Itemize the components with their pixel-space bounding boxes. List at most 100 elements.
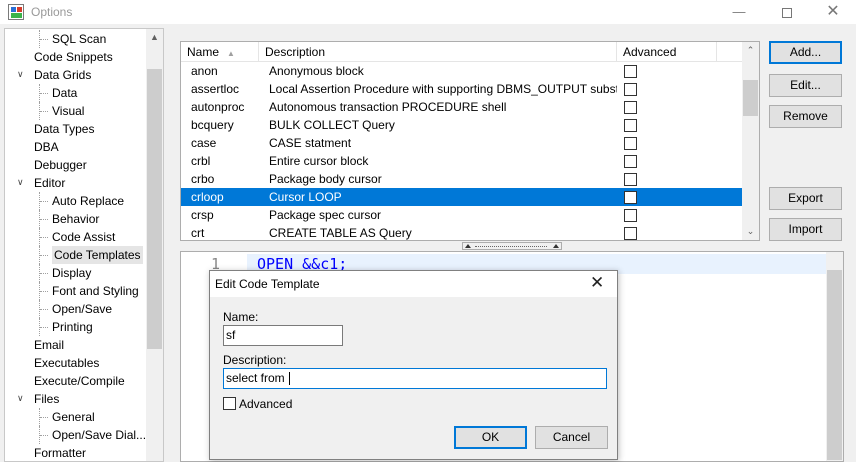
remove-button[interactable]: Remove bbox=[769, 105, 842, 128]
tree-item[interactable]: Font and Styling bbox=[5, 282, 145, 300]
tree-expand-chevron-icon[interactable]: ∨ bbox=[17, 178, 26, 187]
panel-splitter[interactable] bbox=[462, 242, 562, 250]
tree-scroll-thumb[interactable] bbox=[147, 69, 162, 349]
sort-ascending-icon: ▲ bbox=[227, 49, 235, 58]
column-header-description[interactable]: Description bbox=[259, 42, 617, 62]
tree-item[interactable]: ∨ Editor bbox=[5, 174, 145, 192]
tree-item-label: Behavior bbox=[52, 212, 100, 226]
table-row[interactable]: bcquery BULK COLLECT Query bbox=[181, 116, 743, 134]
template-description-cell: Local Assertion Procedure with supportin… bbox=[269, 82, 617, 96]
editor-scrollbar[interactable] bbox=[826, 252, 843, 461]
import-button[interactable]: Import bbox=[769, 218, 842, 241]
advanced-row-checkbox[interactable] bbox=[624, 119, 637, 132]
tree-expand-chevron-icon[interactable]: ∨ bbox=[17, 70, 26, 79]
ok-button[interactable]: OK bbox=[454, 426, 527, 449]
template-description-cell: BULK COLLECT Query bbox=[269, 118, 395, 132]
scroll-down-arrow-icon[interactable]: ⌄ bbox=[742, 223, 759, 240]
advanced-checkbox[interactable] bbox=[223, 397, 236, 410]
table-row[interactable]: crbl Entire cursor block bbox=[181, 152, 743, 170]
close-button[interactable]: ✕ bbox=[810, 0, 856, 24]
tree-item[interactable]: Debugger bbox=[5, 156, 145, 174]
tree-item[interactable]: DBA bbox=[5, 138, 145, 156]
list-scrollbar[interactable]: ⌃ ⌄ bbox=[742, 42, 759, 240]
dialog-close-icon[interactable]: ✕ bbox=[590, 273, 604, 293]
tree-expand-chevron-icon[interactable]: ∨ bbox=[17, 394, 26, 403]
advanced-row-checkbox[interactable] bbox=[624, 209, 637, 222]
advanced-row-checkbox[interactable] bbox=[624, 101, 637, 114]
tree-item[interactable]: Code Templates bbox=[5, 246, 145, 264]
tree-item-label: Executables bbox=[34, 356, 100, 370]
name-input[interactable]: sf bbox=[223, 325, 343, 346]
tree-item[interactable]: Printing bbox=[5, 318, 145, 336]
column-header-advanced[interactable]: Advanced bbox=[617, 42, 717, 62]
list-header: Name ▲ Description Advanced bbox=[181, 42, 743, 62]
tree-item[interactable]: Open/Save bbox=[5, 300, 145, 318]
template-description-cell: Package body cursor bbox=[269, 172, 382, 186]
advanced-row-checkbox[interactable] bbox=[624, 83, 637, 96]
tree-item[interactable]: Visual bbox=[5, 102, 145, 120]
template-description-cell: Autonomous transaction PROCEDURE shell bbox=[269, 100, 507, 114]
tree-item[interactable]: Data Types bbox=[5, 120, 145, 138]
advanced-row-checkbox[interactable] bbox=[624, 65, 637, 78]
add-button[interactable]: Add... bbox=[769, 41, 842, 64]
template-name-cell: crt bbox=[191, 226, 205, 240]
tree-item[interactable]: ∨ Files bbox=[5, 390, 145, 408]
scroll-up-arrow-icon[interactable]: ⌃ bbox=[742, 42, 759, 59]
editor-scroll-thumb[interactable] bbox=[827, 270, 842, 460]
minimize-button[interactable]: — bbox=[716, 0, 762, 24]
tree-item-label: Open/Save Dial... bbox=[52, 428, 147, 442]
table-row[interactable]: case CASE statment bbox=[181, 134, 743, 152]
table-row[interactable]: crbo Package body cursor bbox=[181, 170, 743, 188]
tree-item[interactable]: Behavior bbox=[5, 210, 145, 228]
tree-scrollbar[interactable]: ▲ bbox=[146, 29, 163, 461]
template-description-cell: Entire cursor block bbox=[269, 154, 369, 168]
tree-item-label: Visual bbox=[52, 104, 85, 118]
table-row[interactable]: autonproc Autonomous transaction PROCEDUR… bbox=[181, 98, 743, 116]
tree-item[interactable]: Code Assist bbox=[5, 228, 145, 246]
table-row[interactable]: crt CREATE TABLE AS Query bbox=[181, 224, 743, 240]
options-tree[interactable]: SQL Scan Code Snippets ∨ Data Grids Data Visu… bbox=[4, 28, 164, 462]
tree-item[interactable]: Email bbox=[5, 336, 145, 354]
tree-item-label: SQL Scan bbox=[52, 32, 107, 46]
table-row[interactable]: crsp Package spec cursor bbox=[181, 206, 743, 224]
tree-item-label: Data Grids bbox=[34, 68, 92, 82]
template-name-cell: crsp bbox=[191, 208, 214, 222]
tree-item[interactable]: General bbox=[5, 408, 145, 426]
tree-item-label: Email bbox=[34, 338, 65, 352]
table-row[interactable]: crloop Cursor LOOP bbox=[181, 188, 743, 206]
advanced-row-checkbox[interactable] bbox=[624, 137, 637, 150]
table-row[interactable]: anon Anonymous block bbox=[181, 62, 743, 80]
description-input[interactable]: select from bbox=[223, 368, 607, 389]
tree-item[interactable]: Code Snippets bbox=[5, 48, 145, 66]
name-label: Name: bbox=[223, 310, 259, 324]
table-row[interactable]: assertloc Local Assertion Procedure with … bbox=[181, 80, 743, 98]
tree-item[interactable]: Executables bbox=[5, 354, 145, 372]
template-name-cell: bcquery bbox=[191, 118, 234, 132]
scroll-up-arrow-icon[interactable]: ▲ bbox=[146, 29, 163, 46]
list-scroll-thumb[interactable] bbox=[743, 80, 758, 116]
advanced-row-checkbox[interactable] bbox=[624, 227, 637, 240]
tree-item[interactable]: Open/Save Dial... bbox=[5, 426, 147, 444]
tree-item-label: Editor bbox=[34, 176, 66, 190]
template-name-cell: assertloc bbox=[191, 82, 240, 96]
advanced-row-checkbox[interactable] bbox=[624, 191, 637, 204]
advanced-row-checkbox[interactable] bbox=[624, 155, 637, 168]
maximize-button[interactable] bbox=[764, 0, 810, 24]
templates-list[interactable]: Name ▲ Description Advanced anon Anonymous… bbox=[180, 41, 760, 241]
tree-item[interactable]: Execute/Compile bbox=[5, 372, 145, 390]
cancel-button[interactable]: Cancel bbox=[535, 426, 608, 449]
edit-button[interactable]: Edit... bbox=[769, 74, 842, 97]
tree-item[interactable]: Formatter bbox=[5, 444, 145, 461]
advanced-label: Advanced bbox=[239, 397, 293, 411]
tree-item[interactable]: ∨ Data Grids bbox=[5, 66, 145, 84]
column-header-name[interactable]: Name ▲ bbox=[181, 42, 259, 62]
tree-item[interactable]: Display bbox=[5, 264, 145, 282]
tree-item[interactable]: Auto Replace bbox=[5, 192, 145, 210]
edit-code-template-dialog: Edit Code Template ✕ Name: sf Descriptio… bbox=[209, 270, 618, 460]
dialog-title: Edit Code Template bbox=[215, 277, 320, 291]
advanced-row-checkbox[interactable] bbox=[624, 173, 637, 186]
export-button[interactable]: Export bbox=[769, 187, 842, 210]
tree-item[interactable]: SQL Scan bbox=[5, 30, 145, 48]
tree-item[interactable]: Data bbox=[5, 84, 145, 102]
template-description-cell: CREATE TABLE AS Query bbox=[269, 226, 412, 240]
